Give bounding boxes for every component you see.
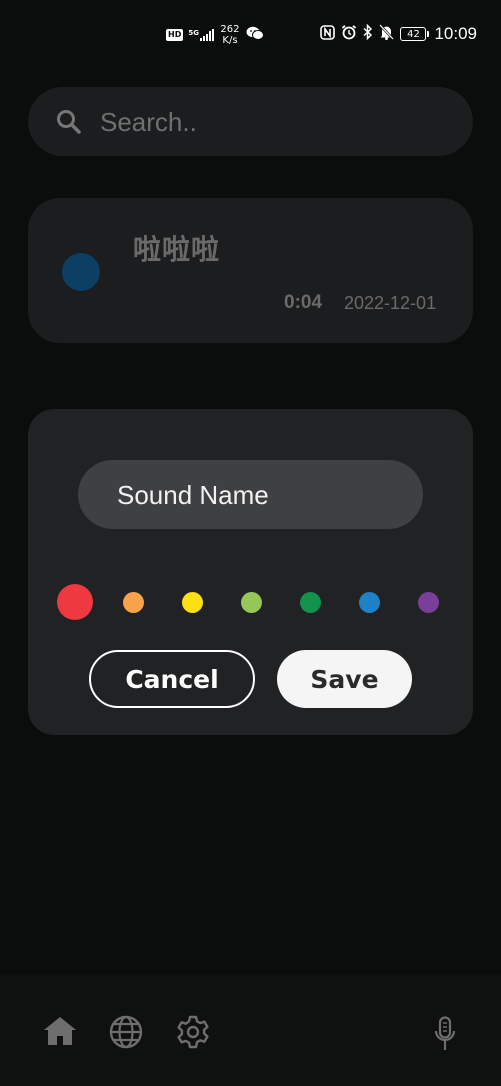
bluetooth-icon <box>363 23 373 44</box>
color-swatch-purple[interactable] <box>417 591 439 613</box>
color-swatch-light-green[interactable] <box>240 591 262 613</box>
network-speed-unit: K/s <box>222 35 238 46</box>
network-speed-value: 262 <box>220 24 240 35</box>
recording-title: 啦啦啦 <box>133 233 221 266</box>
hd-badge: HD <box>166 29 184 41</box>
gear-icon[interactable] <box>176 1015 210 1053</box>
network-speed: 262 K/s <box>219 24 241 46</box>
recording-date: 2022-12-01 <box>344 293 437 313</box>
status-bar: HD 5G 262 K/s 42 10:09 <box>0 0 501 75</box>
recording-card[interactable]: 啦啦啦 0:04 2022-12-01 <box>28 198 473 343</box>
nfc-icon <box>320 24 336 44</box>
search-icon <box>56 109 82 139</box>
cancel-button[interactable]: Cancel <box>89 650 255 708</box>
wechat-icon <box>246 26 264 45</box>
recording-color-dot <box>62 253 100 291</box>
signal-icon: 5G <box>188 29 214 41</box>
save-sound-dialog: Cancel Save <box>28 409 473 735</box>
search-bar[interactable] <box>28 87 473 156</box>
color-swatch-yellow[interactable] <box>181 591 203 613</box>
mute-bell-icon <box>379 24 395 44</box>
status-left-group: HD 5G 262 K/s <box>166 24 264 46</box>
sound-name-input[interactable] <box>117 478 397 512</box>
search-input[interactable] <box>100 105 440 139</box>
alarm-icon <box>341 24 357 44</box>
home-icon[interactable] <box>43 1016 77 1050</box>
color-swatch-red[interactable] <box>57 584 93 620</box>
color-swatch-green[interactable] <box>299 591 321 613</box>
battery-indicator: 42 <box>400 27 430 41</box>
globe-icon[interactable] <box>109 1015 143 1053</box>
save-button[interactable]: Save <box>277 650 412 708</box>
color-swatch-orange[interactable] <box>122 591 144 613</box>
bottom-nav <box>0 974 501 1086</box>
status-right-group: 42 10:09 <box>320 23 477 44</box>
recording-duration: 0:04 <box>284 292 323 313</box>
microphone-icon[interactable] <box>433 1016 457 1056</box>
sound-name-field[interactable] <box>78 460 423 529</box>
color-swatch-blue[interactable] <box>358 591 380 613</box>
network-type: 5G <box>188 29 199 37</box>
clock: 10:09 <box>434 24 477 43</box>
